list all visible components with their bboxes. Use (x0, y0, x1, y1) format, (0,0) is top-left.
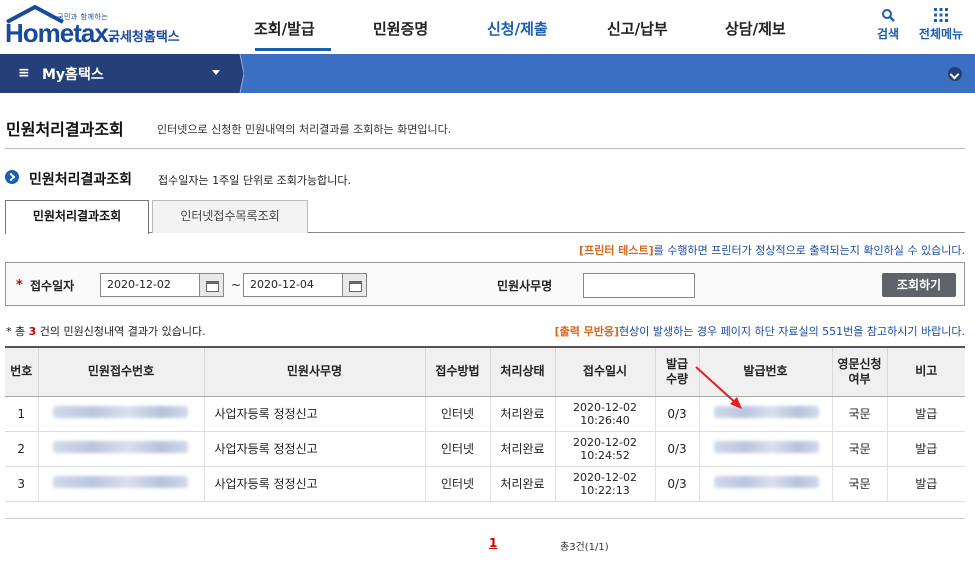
col-no: 번호 (5, 346, 38, 397)
received-datetime: 2020-12-02 10:22:13 (554, 466, 655, 502)
all-menu-label: 전체메뉴 (918, 27, 964, 41)
issue-link[interactable]: 발급 (886, 466, 965, 502)
grid-menu-icon (934, 8, 948, 22)
hamburger-icon: ≡ (18, 65, 30, 81)
pagination-current-page[interactable]: 1 (489, 536, 497, 550)
col-remark: 비고 (886, 346, 965, 397)
my-hometax-title: My홈택스 (42, 67, 104, 83)
printer-test-text: 를 수행하면 프린터가 정상적으로 출력되는지 확인하실 수 있습니다. (653, 244, 965, 257)
expand-chevron-icon[interactable] (948, 67, 962, 81)
issue-no-redacted[interactable] (698, 466, 832, 502)
nav-civil-certificate[interactable]: 민원증명 (373, 18, 428, 39)
row-no: 3 (5, 466, 38, 502)
english-flag: 국문 (831, 431, 887, 467)
col-english: 영문신청 여부 (831, 346, 887, 397)
tab-internet-receipt-list[interactable]: 인터넷접수목록조회 (152, 200, 308, 233)
printer-test-link[interactable]: [프린터 테스트] (579, 244, 654, 257)
printer-test-notice: [프린터 테스트]를 수행하면 프린터가 정상적으로 출력되는지 확인하실 수 … (579, 242, 965, 258)
table-row: 2 사업자등록 정정신고 인터넷 처리완료 2020-12-02 10:24:52… (5, 431, 965, 467)
process-status: 처리완료 (489, 396, 555, 432)
row-no: 2 (5, 431, 38, 467)
title-divider (5, 148, 965, 149)
my-hometax-bar: ≡ My홈택스 (0, 54, 975, 93)
col-received-at: 접수일시 (554, 346, 655, 397)
office-name-label: 민원사무명 (497, 279, 553, 293)
breadcrumb-arrow-icon (230, 54, 244, 93)
date-from-field[interactable]: 2020-12-02 (100, 273, 200, 297)
output-notice-text: 현상이 발생하는 경우 페이지 하단 자료실의 551번을 참고하시기 바랍니다… (619, 325, 965, 338)
results-table: 번호 민원접수번호 민원사무명 접수방법 처리상태 접수일시 발급 수량 발급번호… (5, 346, 965, 502)
receipt-date-label: 접수일자 (30, 279, 75, 293)
col-status: 처리상태 (489, 346, 555, 397)
table-bottom-divider (5, 518, 965, 519)
search-label: 검색 (876, 27, 900, 41)
receipt-no-redacted[interactable] (37, 431, 204, 467)
pagination-total: 총3건(1/1) (560, 542, 609, 553)
required-mark: * (16, 278, 23, 293)
top-header: 국민과 함께하는 Hometax. 국세청홈택스 조회/발급 민원증명 신청/제… (0, 0, 975, 54)
caret-down-icon (212, 70, 220, 75)
calendar-icon[interactable] (342, 273, 367, 297)
received-datetime: 2020-12-02 10:26:40 (554, 396, 655, 432)
english-flag: 국문 (831, 396, 887, 432)
calendar-icon[interactable] (199, 273, 224, 297)
col-method: 접수방법 (424, 346, 490, 397)
result-count-number: 3 (28, 325, 37, 338)
issue-qty: 0/3 (654, 431, 699, 467)
all-menu-button[interactable]: 전체메뉴 (915, 8, 967, 42)
output-notice-highlight: [출력 무반응] (554, 325, 620, 338)
my-hometax-dropdown[interactable]: ≡ My홈택스 (0, 54, 240, 93)
table-header-row: 번호 민원접수번호 민원사무명 접수방법 처리상태 접수일시 발급 수량 발급번호… (5, 346, 965, 397)
section-title: 민원처리결과조회 (29, 172, 133, 188)
table-row: 3 사업자등록 정정신고 인터넷 처리완료 2020-12-02 10:22:13… (5, 466, 965, 502)
nav-apply-submit[interactable]: 신청/제출 (487, 18, 548, 39)
office-name: 사업자등록 정정신고 (203, 466, 425, 502)
issue-no-redacted[interactable] (698, 431, 832, 467)
active-nav-underline (255, 48, 331, 51)
page-title: 민원처리결과조회 (6, 120, 124, 139)
table-row: 1 사업자등록 정정신고 인터넷 처리완료 2020-12-02 10:26:40… (5, 396, 965, 432)
tab-result-inquiry[interactable]: 민원처리결과조회 (5, 200, 149, 234)
receipt-method: 인터넷 (424, 431, 490, 467)
process-status: 처리완료 (489, 431, 555, 467)
logo-wordmark: Hometax. (5, 18, 115, 48)
tab-bar: 민원처리결과조회 인터넷접수목록조회 (5, 200, 965, 234)
search-icon (882, 9, 895, 22)
issue-qty: 0/3 (654, 466, 699, 502)
received-datetime: 2020-12-02 10:24:52 (554, 431, 655, 467)
office-name: 사업자등록 정정신고 (203, 396, 425, 432)
receipt-method: 인터넷 (424, 466, 490, 502)
result-count: * 총 3 건의 민원신청내역 결과가 있습니다. (6, 325, 206, 338)
office-name: 사업자등록 정정신고 (203, 431, 425, 467)
receipt-no-redacted[interactable] (37, 466, 204, 502)
nav-consult-report[interactable]: 상담/제보 (725, 18, 786, 39)
page-description: 인터넷으로 신청한 민원내역의 처리결과를 조회하는 화면입니다. (157, 123, 452, 136)
col-office: 민원사무명 (203, 346, 425, 397)
english-flag: 국문 (831, 466, 887, 502)
col-receipt-no: 민원접수번호 (37, 346, 204, 397)
nav-report-pay[interactable]: 신고/납부 (607, 18, 668, 39)
section-description: 접수일자는 1주일 단위로 조회가능합니다. (158, 174, 352, 187)
search-submit-button[interactable]: 조회하기 (882, 273, 956, 297)
logo-korean-name: 국세청홈택스 (108, 30, 180, 45)
search-panel: * 접수일자 2020-12-02 ~ 2020-12-04 민원사무명 조회하… (5, 262, 965, 306)
receipt-no-redacted[interactable] (37, 396, 204, 432)
office-name-input[interactable] (583, 273, 695, 298)
issue-link[interactable]: 발급 (886, 396, 965, 432)
section-arrow-icon (5, 170, 19, 184)
date-range-separator: ~ (231, 278, 242, 292)
nav-inquiry-issue[interactable]: 조회/발급 (254, 18, 315, 39)
hometax-logo[interactable]: 국민과 함께하는 Hometax. 국세청홈택스 (5, 4, 195, 50)
date-to-field[interactable]: 2020-12-04 (243, 273, 343, 297)
process-status: 처리완료 (489, 466, 555, 502)
annotation-arrow-icon (695, 366, 742, 409)
search-button[interactable]: 검색 (874, 8, 902, 42)
row-no: 1 (5, 396, 38, 432)
issue-link[interactable]: 발급 (886, 431, 965, 467)
output-notice: [출력 무반응]현상이 발생하는 경우 페이지 하단 자료실의 551번을 참고… (555, 323, 965, 339)
receipt-method: 인터넷 (424, 396, 490, 432)
